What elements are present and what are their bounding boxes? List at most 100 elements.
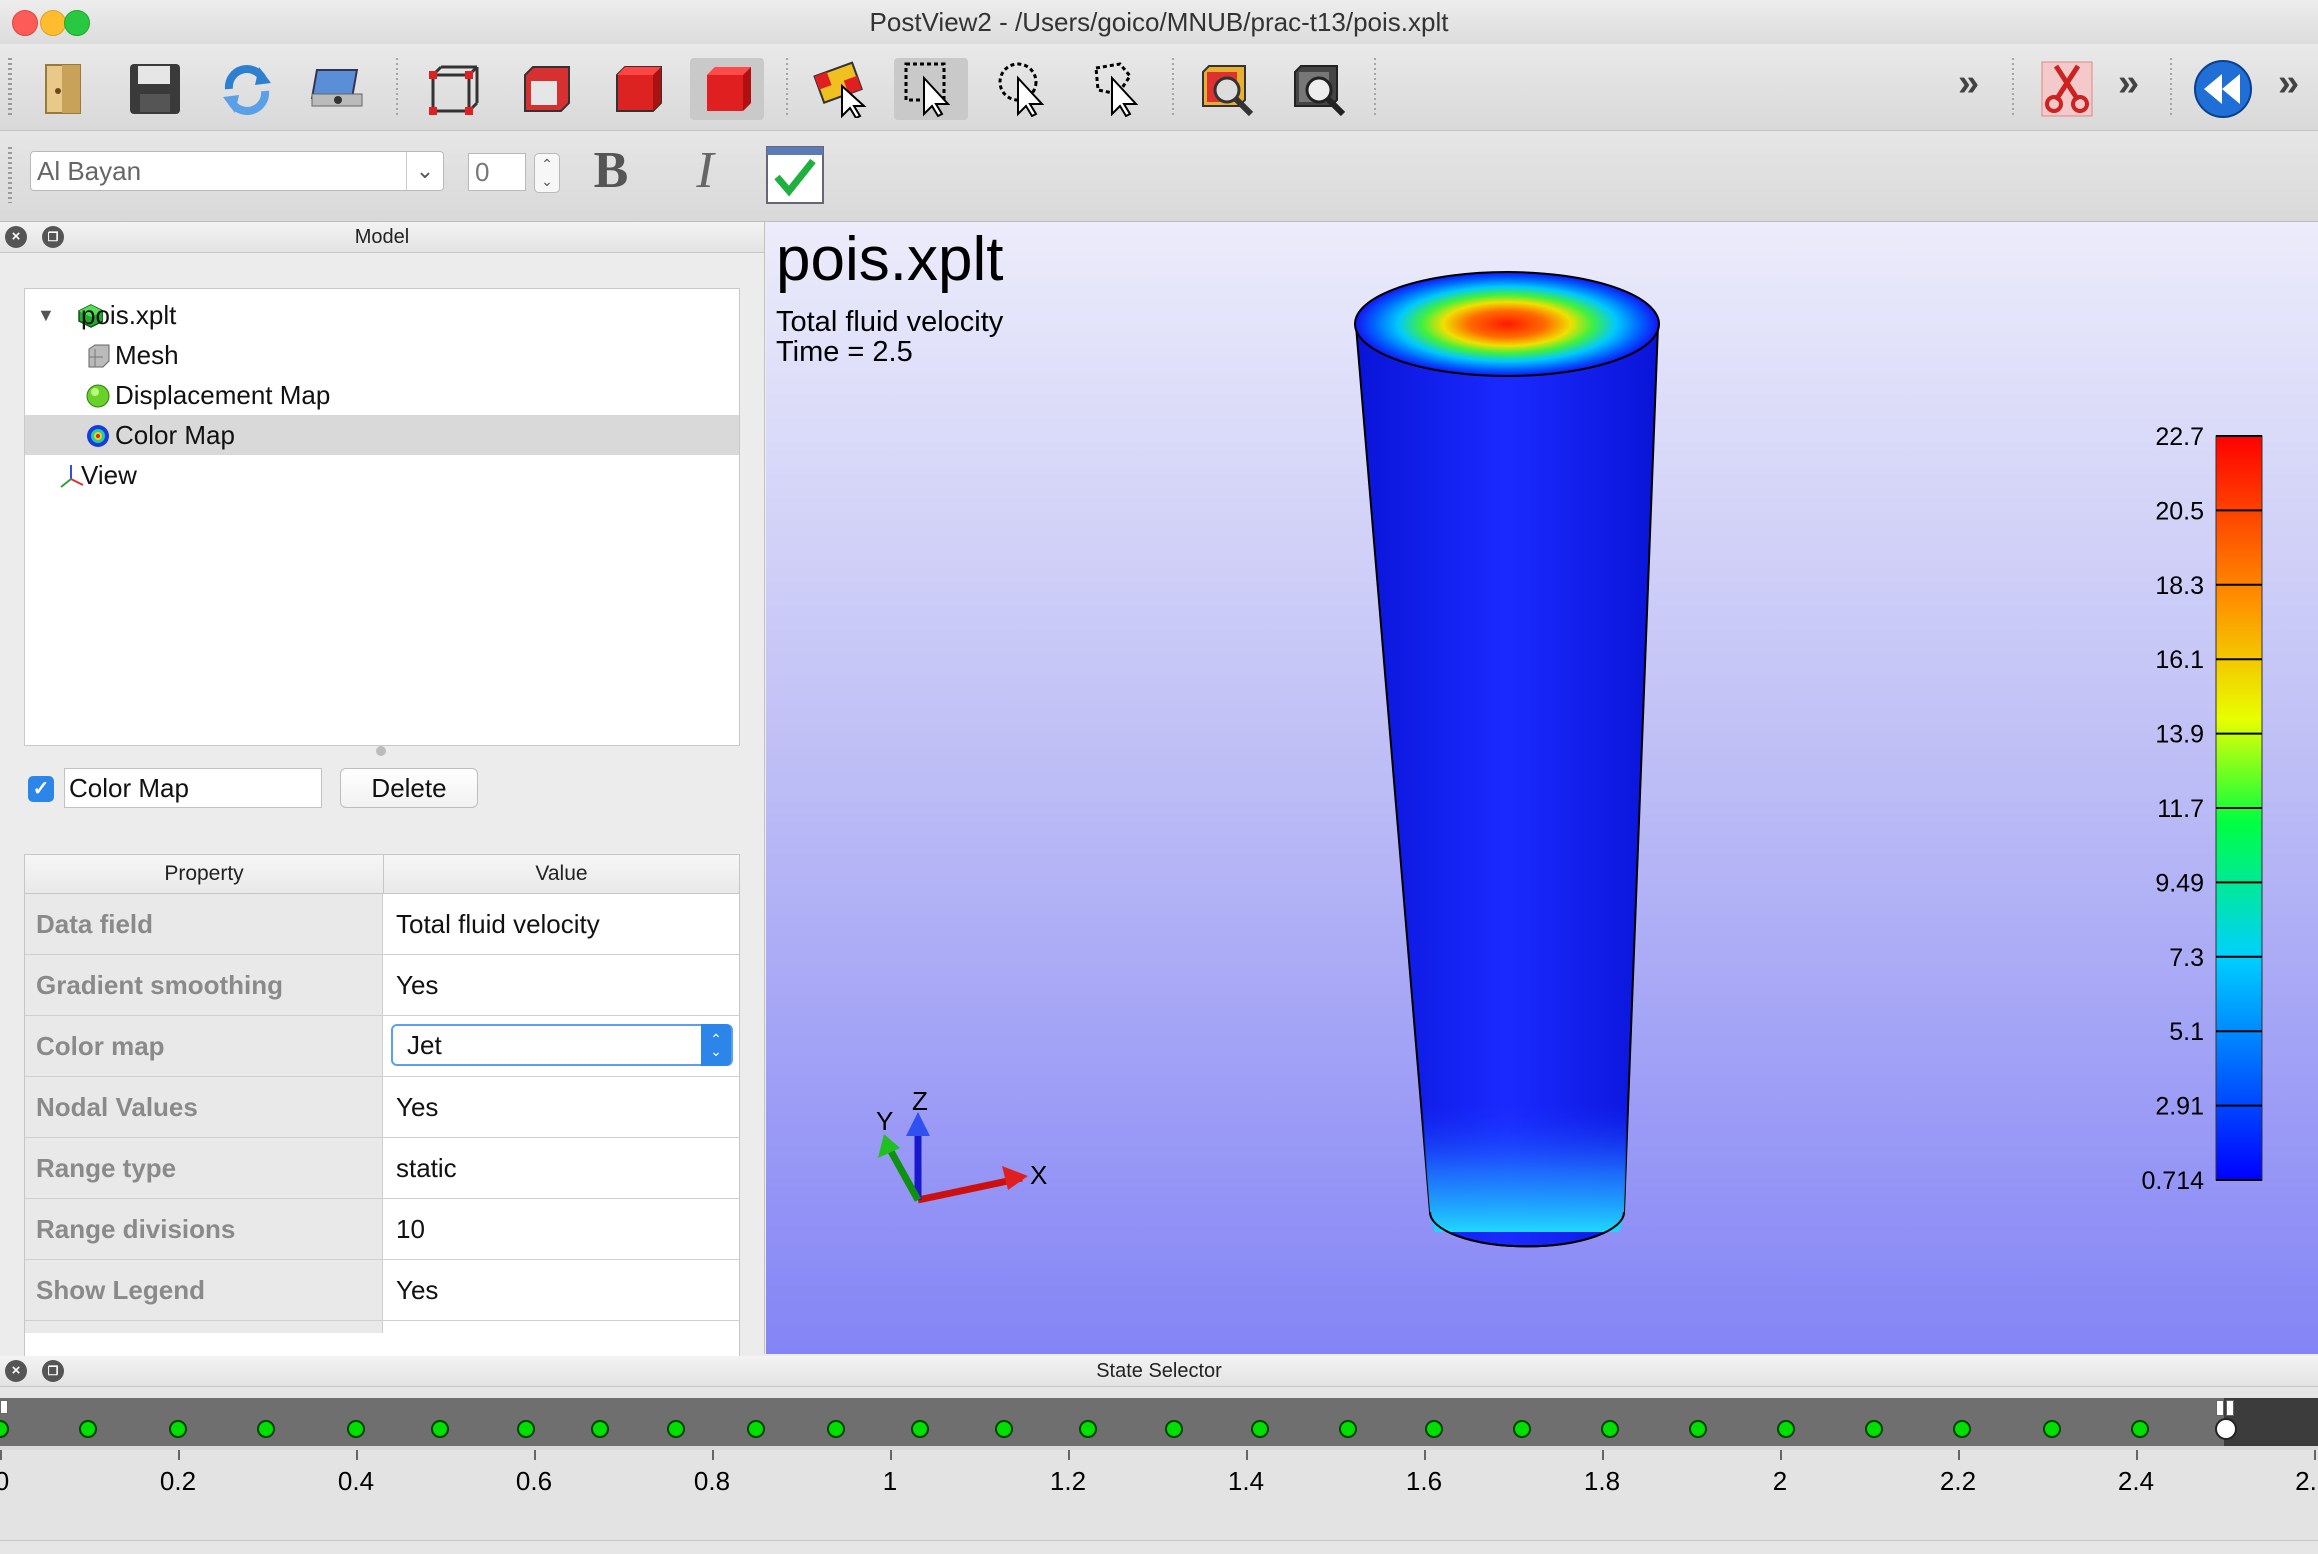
state-marker[interactable] bbox=[747, 1420, 765, 1438]
open-file-button[interactable] bbox=[28, 58, 102, 120]
color-legend[interactable]: 22.7 20.5 18.3 16.1 13.9 11.7 9.49 7.3 5.1 2.91 0.… bbox=[2141, 423, 2263, 1195]
outline-button[interactable] bbox=[508, 58, 582, 120]
object-name-input[interactable]: Color Map bbox=[64, 768, 322, 808]
property-value[interactable]: Total fluid velocity bbox=[384, 894, 739, 954]
state-marker[interactable] bbox=[517, 1420, 535, 1438]
cylinder-top-cap[interactable] bbox=[1354, 271, 1660, 377]
select-circle-icon bbox=[998, 62, 1045, 118]
state-marker[interactable] bbox=[1689, 1420, 1707, 1438]
select-elements-button[interactable] bbox=[804, 58, 878, 120]
state-marker[interactable] bbox=[995, 1420, 1013, 1438]
property-value[interactable]: Yes bbox=[384, 1077, 739, 1137]
table-row[interactable]: Show Legend Yes bbox=[25, 1260, 739, 1321]
solid-button[interactable] bbox=[600, 58, 674, 120]
select-rect-button[interactable] bbox=[894, 58, 968, 120]
wireframe-button[interactable] bbox=[416, 58, 490, 120]
state-marker[interactable] bbox=[1079, 1420, 1097, 1438]
zoom-extents-button[interactable] bbox=[1282, 58, 1356, 120]
state-marker[interactable] bbox=[431, 1420, 449, 1438]
state-marker[interactable] bbox=[2043, 1420, 2061, 1438]
state-marker[interactable] bbox=[1165, 1420, 1183, 1438]
property-value[interactable]: static bbox=[384, 1138, 739, 1198]
font-family-select[interactable]: Al Bayan ⌄ bbox=[30, 151, 444, 191]
rewind-button[interactable] bbox=[2186, 58, 2260, 120]
refresh-button[interactable] bbox=[210, 58, 284, 120]
font-size-stepper[interactable]: ⌃ ⌄ bbox=[534, 153, 560, 193]
state-marker[interactable] bbox=[1953, 1420, 1971, 1438]
state-marker[interactable] bbox=[591, 1420, 609, 1438]
table-row[interactable]: Range type static bbox=[25, 1138, 739, 1199]
state-marker[interactable] bbox=[2131, 1420, 2149, 1438]
table-row[interactable]: Gradient smoothing Yes bbox=[25, 955, 739, 1016]
state-marker[interactable] bbox=[1339, 1420, 1357, 1438]
state-marker[interactable] bbox=[1865, 1420, 1883, 1438]
toolbar-grip[interactable] bbox=[8, 147, 12, 203]
state-marker[interactable] bbox=[1425, 1420, 1443, 1438]
table-row[interactable]: Data field Total fluid velocity bbox=[25, 894, 739, 955]
value-column-header[interactable]: Value bbox=[384, 855, 739, 894]
table-row[interactable]: Nodal Values Yes bbox=[25, 1077, 739, 1138]
property-name: Show Legend bbox=[25, 1260, 383, 1320]
tree-item-label: Mesh bbox=[115, 340, 179, 370]
state-marker[interactable] bbox=[911, 1420, 929, 1438]
toolbar-overflow-button[interactable]: » bbox=[1958, 62, 1979, 105]
state-marker[interactable] bbox=[1251, 1420, 1269, 1438]
state-marker[interactable] bbox=[827, 1420, 845, 1438]
property-name: Color map bbox=[25, 1016, 383, 1076]
splitter-handle[interactable] bbox=[376, 746, 386, 756]
model-render[interactable]: X Y Z 22.7 20.5 18.3 16.1 13.9 11.7 9.49 7.3 5.1… bbox=[766, 222, 2318, 1354]
legend-label: 7.3 bbox=[2169, 944, 2204, 972]
ruler-label: 2 bbox=[1772, 1466, 1788, 1496]
color-map-select[interactable]: Jet ⌃ ⌄ bbox=[391, 1024, 733, 1066]
toolbar-grip[interactable] bbox=[8, 58, 12, 118]
title-bar: PostView2 - /Users/goico/MNUB/prac-t13/p… bbox=[0, 0, 2318, 45]
legend-label: 2.91 bbox=[2155, 1093, 2204, 1121]
select-circle-button[interactable] bbox=[988, 58, 1062, 120]
model-tree[interactable]: ▼ pois.xplt Mesh Displacement Map Color … bbox=[24, 288, 740, 746]
state-marker[interactable] bbox=[667, 1420, 685, 1438]
state-marker[interactable] bbox=[1601, 1420, 1619, 1438]
tree-item-view[interactable]: View bbox=[25, 455, 739, 495]
ruler-label: 0.2 bbox=[159, 1466, 197, 1496]
state-marker[interactable] bbox=[1513, 1420, 1531, 1438]
tree-item-mesh[interactable]: Mesh bbox=[25, 335, 739, 375]
axis-x-label: X bbox=[1030, 1160, 1047, 1190]
delete-button[interactable]: Delete bbox=[340, 768, 478, 808]
scissors-icon bbox=[2041, 61, 2093, 117]
ruler-label: 1 bbox=[882, 1466, 898, 1496]
table-row[interactable]: Range divisions 10 bbox=[25, 1199, 739, 1260]
state-marker[interactable] bbox=[1777, 1420, 1795, 1438]
snapshot-button[interactable] bbox=[300, 58, 374, 120]
apply-button[interactable] bbox=[765, 145, 825, 205]
zoom-selection-button[interactable] bbox=[1190, 58, 1264, 120]
property-value[interactable]: Yes bbox=[384, 1260, 739, 1320]
bold-button[interactable]: B bbox=[586, 143, 636, 199]
toolbar-separator bbox=[786, 58, 788, 118]
state-marker[interactable] bbox=[79, 1420, 97, 1438]
state-marker[interactable] bbox=[169, 1420, 187, 1438]
tree-item-displacement-map[interactable]: Displacement Map bbox=[25, 375, 739, 415]
cut-button[interactable] bbox=[2030, 58, 2104, 120]
visible-checkbox[interactable]: ✓ bbox=[28, 776, 54, 802]
select-freehand-icon bbox=[1094, 62, 1139, 118]
state-marker[interactable] bbox=[347, 1420, 365, 1438]
state-marker[interactable] bbox=[257, 1420, 275, 1438]
solid-shaded-button[interactable] bbox=[690, 58, 764, 120]
toolbar-overflow-button-2[interactable]: » bbox=[2118, 62, 2139, 105]
property-column-header[interactable]: Property bbox=[25, 855, 384, 894]
font-size-input[interactable]: 0 bbox=[468, 153, 526, 191]
italic-button[interactable]: I bbox=[680, 143, 730, 199]
property-value[interactable]: Yes bbox=[384, 955, 739, 1015]
tree-item-model[interactable]: ▼ pois.xplt bbox=[25, 295, 739, 335]
state-marker[interactable] bbox=[0, 1420, 9, 1438]
save-button[interactable] bbox=[118, 58, 192, 120]
expand-triangle-icon[interactable]: ▼ bbox=[37, 295, 55, 335]
tree-item-color-map[interactable]: Color Map bbox=[25, 415, 739, 455]
select-freehand-button[interactable] bbox=[1082, 58, 1156, 120]
cylinder-body[interactable] bbox=[1354, 325, 1660, 1248]
current-state-marker[interactable] bbox=[2215, 1418, 2237, 1440]
table-row[interactable]: Color map Jet ⌃ ⌄ bbox=[25, 1016, 739, 1077]
toolbar-overflow-button-3[interactable]: » bbox=[2278, 62, 2299, 105]
property-value[interactable]: 10 bbox=[384, 1199, 739, 1259]
graphics-viewport[interactable]: pois.xplt Total fluid velocity Time = 2.… bbox=[766, 222, 2318, 1354]
